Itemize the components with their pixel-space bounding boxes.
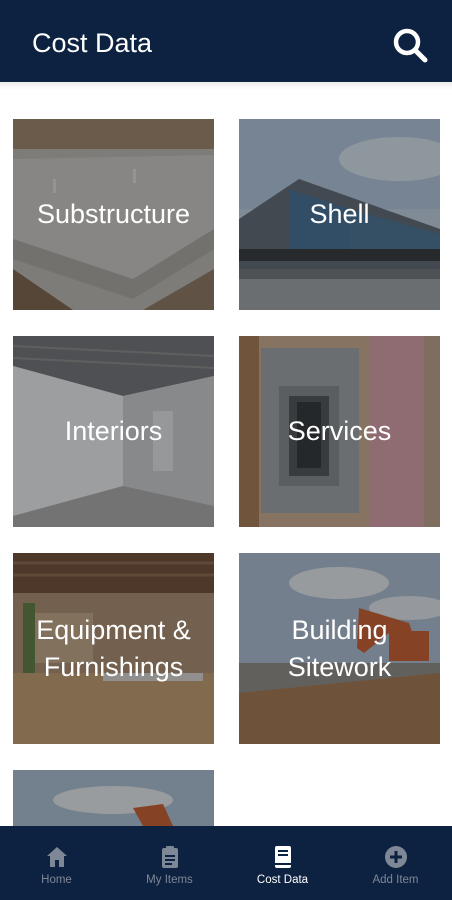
tile-label: Services xyxy=(287,416,392,446)
tile-label: Building Sitework xyxy=(287,614,392,682)
nav-home-label: Home xyxy=(41,874,72,886)
nav-home[interactable]: Home xyxy=(0,826,113,900)
nav-cost-data[interactable]: Cost Data xyxy=(226,826,339,900)
tile-label: Shell xyxy=(309,199,370,229)
clipboard-icon xyxy=(161,846,178,868)
tile-label: Interiors xyxy=(64,416,163,446)
app-header: Cost Data xyxy=(0,0,452,82)
category-tile-substructure[interactable]: Substructure xyxy=(13,119,214,310)
book-icon xyxy=(274,846,291,868)
category-tile-building-sitework[interactable]: Building Sitework xyxy=(239,553,440,744)
category-tile-services[interactable]: Services xyxy=(239,336,440,527)
category-tile-equipment-furnishings[interactable]: Equipment & Furnishings xyxy=(13,553,214,744)
nav-my-items[interactable]: My Items xyxy=(113,826,226,900)
home-icon xyxy=(46,847,67,867)
category-tile-interiors[interactable]: Interiors xyxy=(13,336,214,527)
page-title: Cost Data xyxy=(32,28,153,58)
category-tile-partial[interactable] xyxy=(13,770,214,826)
nav-add-item[interactable]: Add Item xyxy=(339,826,452,900)
nav-my-items-label: My Items xyxy=(146,874,193,886)
tile-label: Substructure xyxy=(36,199,191,229)
plus-circle-icon xyxy=(384,846,407,868)
bottom-navigation: Home My Items Cost Data Add Item xyxy=(0,826,452,900)
tile-label: Equipment & Furnishings xyxy=(36,614,191,682)
category-tile-shell[interactable]: Shell xyxy=(239,119,440,310)
search-icon[interactable] xyxy=(390,25,430,65)
nav-add-item-label: Add Item xyxy=(372,874,419,886)
header-shadow xyxy=(0,82,452,90)
nav-cost-data-label: Cost Data xyxy=(256,874,309,886)
